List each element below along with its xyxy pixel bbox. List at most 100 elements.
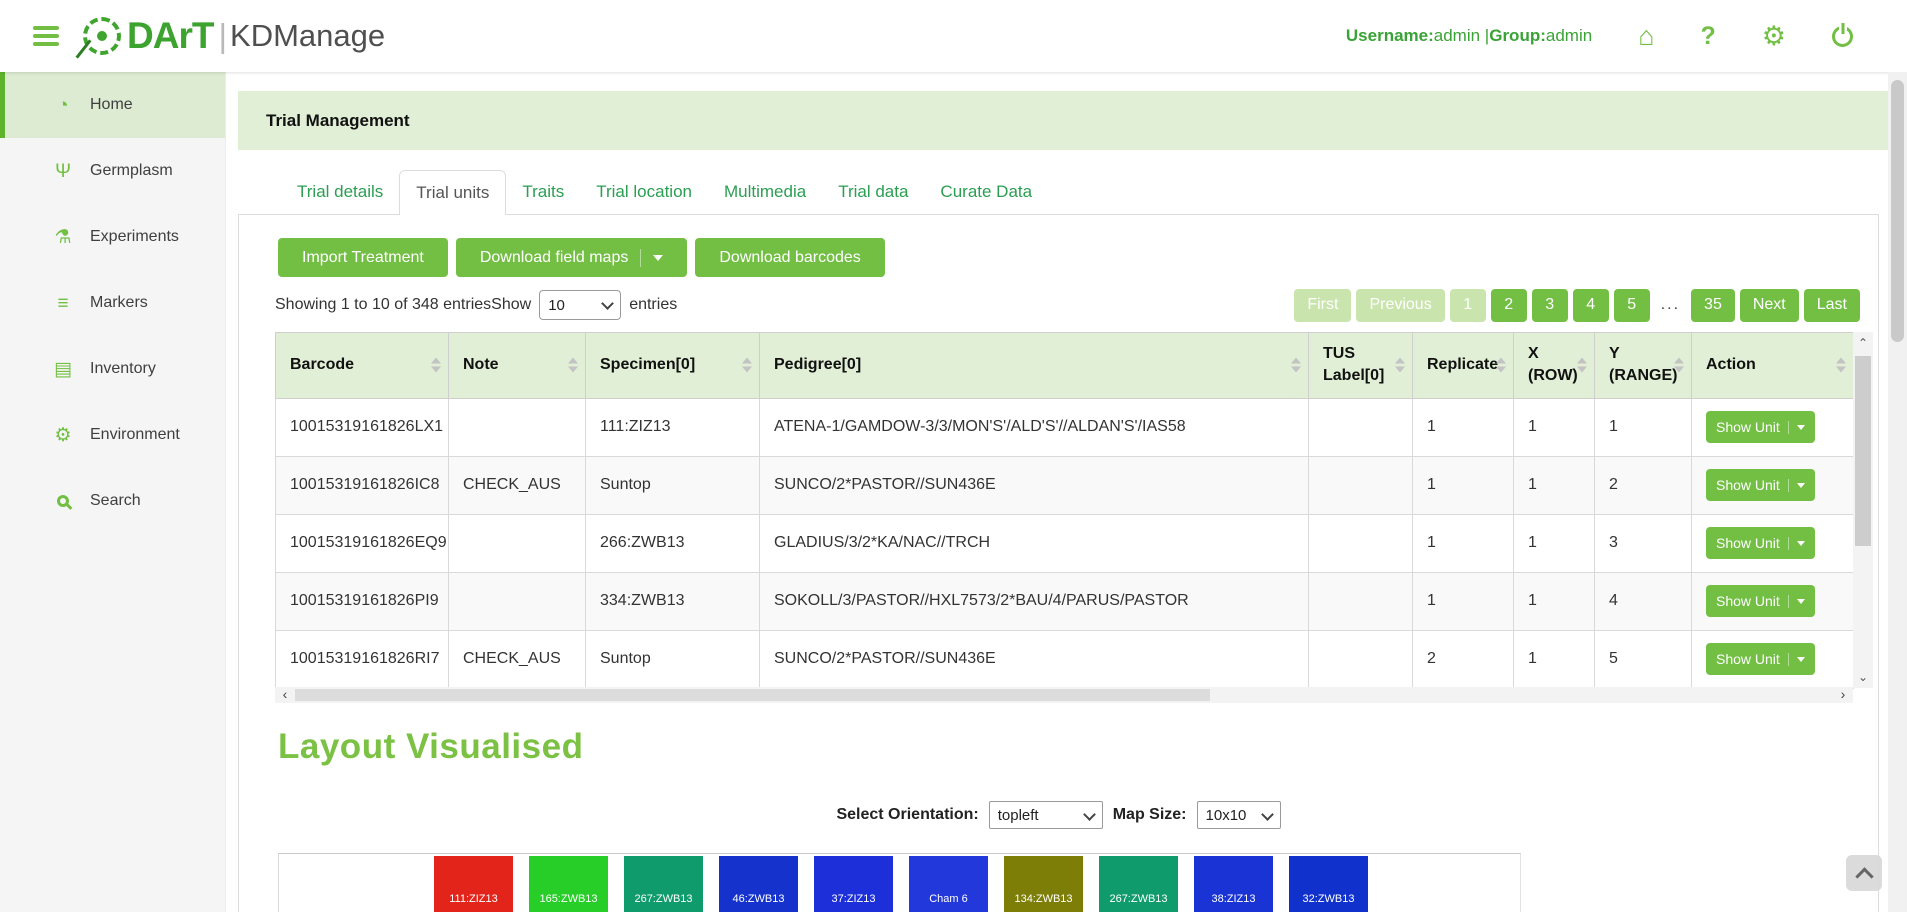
search-icon — [51, 492, 75, 511]
cell-x-row: 1 — [1514, 514, 1595, 572]
show-unit-button[interactable]: Show Unit — [1706, 469, 1815, 501]
help-icon[interactable]: ? — [1701, 24, 1716, 49]
pagination-page-2[interactable]: 2 — [1491, 289, 1527, 322]
scroll-up-arrow-icon[interactable]: ⌃ — [1853, 334, 1873, 352]
tab-traits[interactable]: Traits — [506, 170, 580, 215]
field-map-cell[interactable]: 165:ZWB13 — [529, 856, 608, 912]
pagination-page-4[interactable]: 4 — [1573, 289, 1609, 322]
sidebar-item-environment[interactable]: ⚙ Environment — [0, 402, 225, 468]
tab-content-pane: Import Treatment Download field maps Dow… — [238, 214, 1879, 912]
tab-trial-units[interactable]: Trial units — [399, 170, 506, 215]
cell-x-row: 1 — [1514, 456, 1595, 514]
cell-note — [449, 572, 586, 630]
field-map-cell[interactable]: 46:ZWB13 — [719, 856, 798, 912]
cell-x-row: 1 — [1514, 572, 1595, 630]
settings-gear-icon[interactable]: ⚙ — [1762, 23, 1786, 50]
cell-y-range: 1 — [1595, 398, 1692, 456]
tab-trial-details[interactable]: Trial details — [281, 170, 399, 215]
tab-bar: Trial details Trial units Traits Trial l… — [238, 170, 1048, 215]
brand-logo[interactable]: DArT | KDManage — [83, 15, 385, 57]
column-header-tus-label[interactable]: TUS Label[0] — [1309, 333, 1413, 399]
page-scrollbar[interactable] — [1888, 72, 1907, 912]
cell-tus-label — [1309, 456, 1413, 514]
cell-tus-label — [1309, 630, 1413, 688]
field-map-cell[interactable]: 37:ZIZ13 — [814, 856, 893, 912]
sort-icon — [1395, 358, 1405, 373]
pagination-page-5[interactable]: 5 — [1614, 289, 1650, 322]
column-header-replicate[interactable]: Replicate — [1413, 333, 1514, 399]
table-row: 10015319161826PI9 334:ZWB13 SOKOLL/3/PAS… — [276, 572, 1854, 630]
sidebar-item-inventory[interactable]: ▤ Inventory — [0, 336, 225, 402]
hamburger-menu-icon[interactable] — [33, 26, 59, 46]
cell-barcode: 10015319161826IC8 — [276, 456, 449, 514]
sidebar-item-label: Germplasm — [90, 162, 173, 180]
cell-barcode: 10015319161826PI9 — [276, 572, 449, 630]
tab-trial-location[interactable]: Trial location — [580, 170, 708, 215]
download-barcodes-button[interactable]: Download barcodes — [695, 238, 884, 277]
table-controls-row: Showing 1 to 10 of 348 entries Show 10 e… — [275, 287, 1860, 323]
field-map-cell[interactable]: Cham 6 — [909, 856, 988, 912]
cell-note: CHECK_AUS — [449, 456, 586, 514]
vertical-scroll-thumb[interactable] — [1855, 356, 1871, 546]
download-field-maps-button[interactable]: Download field maps — [456, 238, 688, 277]
cell-specimen: Suntop — [586, 456, 760, 514]
layout-controls: Select Orientation: topleft Map Size: 10… — [239, 801, 1878, 829]
page-scroll-thumb[interactable] — [1891, 80, 1904, 342]
toolbar: Import Treatment Download field maps Dow… — [278, 238, 885, 277]
import-treatment-label: Import Treatment — [302, 249, 424, 267]
scroll-down-arrow-icon[interactable]: ⌄ — [1853, 668, 1873, 686]
sidebar-item-search[interactable]: Search — [0, 468, 225, 534]
sidebar-item-markers[interactable]: ≡ Markers — [0, 270, 225, 336]
field-map-cell[interactable]: 32:ZWB13 — [1289, 856, 1368, 912]
column-header-specimen[interactable]: Specimen[0] — [586, 333, 760, 399]
sidebar-item-germplasm[interactable]: Ψ Germplasm — [0, 138, 225, 204]
show-unit-button[interactable]: Show Unit — [1706, 411, 1815, 443]
page-size-select[interactable]: 10 — [539, 290, 621, 320]
field-map-cell[interactable]: 111:ZIZ13 — [434, 856, 513, 912]
field-map-cell[interactable]: 267:ZWB13 — [1099, 856, 1178, 912]
import-treatment-button[interactable]: Import Treatment — [278, 238, 448, 277]
cell-replicate: 1 — [1413, 572, 1514, 630]
field-map-cell[interactable]: 267:ZWB13 — [624, 856, 703, 912]
map-size-select[interactable]: 10x10 — [1197, 801, 1281, 829]
caret-down-icon — [1797, 599, 1805, 604]
home-icon[interactable]: ⌂ — [1638, 23, 1654, 50]
column-header-y-range[interactable]: Y (RANGE) — [1595, 333, 1692, 399]
pagination-page-3[interactable]: 3 — [1532, 289, 1568, 322]
brand-product-text: KDManage — [230, 18, 385, 54]
cell-y-range: 3 — [1595, 514, 1692, 572]
sidebar-item-experiments[interactable]: ⚗ Experiments — [0, 204, 225, 270]
pagination-page-35[interactable]: 35 — [1691, 289, 1735, 322]
table-vertical-scrollbar[interactable]: ⌃ ⌄ — [1853, 332, 1873, 688]
column-header-barcode[interactable]: Barcode — [276, 333, 449, 399]
show-unit-button[interactable]: Show Unit — [1706, 527, 1815, 559]
cell-barcode: 10015319161826RI7 — [276, 630, 449, 688]
table-horizontal-scrollbar[interactable]: ‹ › — [275, 687, 1853, 703]
show-unit-button[interactable]: Show Unit — [1706, 585, 1815, 617]
scroll-to-top-button[interactable] — [1846, 855, 1882, 891]
column-header-action[interactable]: Action — [1692, 333, 1854, 399]
power-logout-icon[interactable] — [1832, 26, 1853, 47]
scroll-right-arrow-icon[interactable]: › — [1835, 687, 1851, 703]
orientation-select[interactable]: topleft — [989, 801, 1103, 829]
sidebar-nav: ◔ Home Ψ Germplasm ⚗ Experiments ≡ Marke… — [0, 72, 226, 912]
column-header-pedigree[interactable]: Pedigree[0] — [760, 333, 1309, 399]
cell-pedigree: SOKOLL/3/PASTOR//HXL7573/2*BAU/4/PARUS/P… — [760, 572, 1309, 630]
tab-curate-data[interactable]: Curate Data — [924, 170, 1048, 215]
pagination-next-button[interactable]: Next — [1740, 289, 1799, 322]
field-map-cell[interactable]: 38:ZIZ13 — [1194, 856, 1273, 912]
scroll-left-arrow-icon[interactable]: ‹ — [277, 687, 293, 703]
sidebar-item-label: Search — [90, 492, 141, 510]
horizontal-scroll-thumb[interactable] — [295, 689, 1210, 701]
sidebar-item-home[interactable]: ◔ Home — [0, 72, 225, 138]
cell-tus-label — [1309, 398, 1413, 456]
pagination-last-button[interactable]: Last — [1804, 289, 1860, 322]
column-header-x-row[interactable]: X (ROW) — [1514, 333, 1595, 399]
column-header-note[interactable]: Note — [449, 333, 586, 399]
tab-trial-data[interactable]: Trial data — [822, 170, 924, 215]
sort-icon — [1836, 358, 1846, 373]
layout-visualised-title: Layout Visualised — [278, 727, 583, 767]
field-map-cell[interactable]: 134:ZWB13 — [1004, 856, 1083, 912]
show-unit-button[interactable]: Show Unit — [1706, 643, 1815, 675]
tab-multimedia[interactable]: Multimedia — [708, 170, 822, 215]
